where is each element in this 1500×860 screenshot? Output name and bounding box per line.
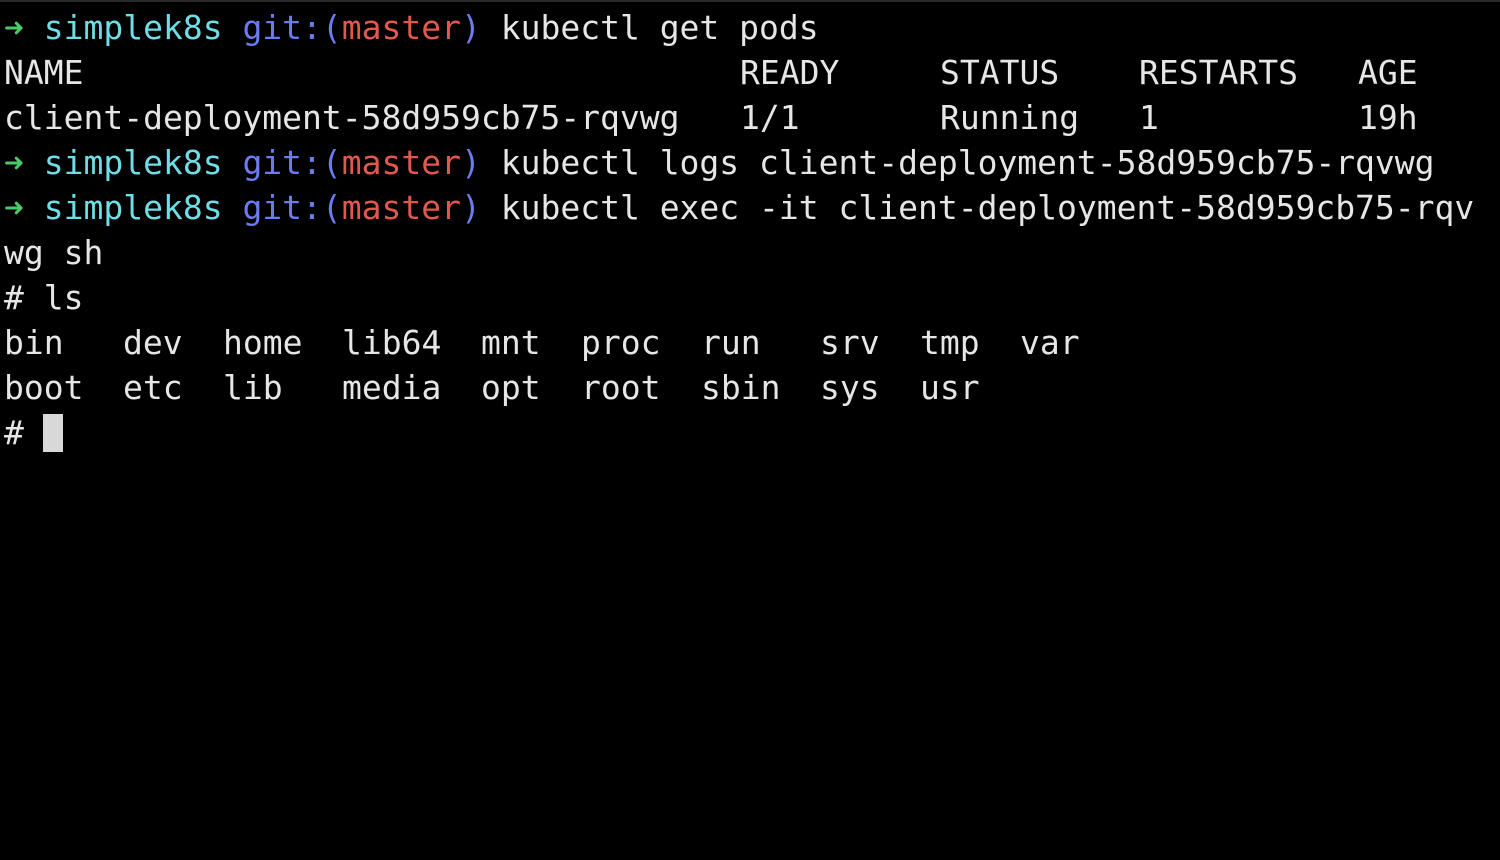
prompt-branch: master: [341, 188, 461, 227]
table-row: client-deployment-58d959cb75-rqvwg 1/1 R…: [4, 95, 1418, 140]
ls-entry: etc: [123, 368, 183, 407]
ls-output-row: boot etc lib media opt root sbin sys usr: [4, 365, 980, 410]
prompt-git-label: git:(: [242, 8, 342, 47]
ls-entry: lib: [223, 368, 283, 407]
prompt-arrow-icon: ➜: [4, 143, 24, 182]
prompt-git-close: ): [461, 188, 481, 227]
ls-entry: mnt: [481, 323, 541, 362]
prompt-line: ➜ simplek8s git:(master) kubectl get pod…: [4, 5, 819, 50]
ls-entry: root: [581, 368, 661, 407]
prompt-line: ➜ simplek8s git:(master) kubectl exec -i…: [4, 185, 1474, 230]
prompt-git-close: ): [461, 8, 481, 47]
ls-entry: srv: [820, 323, 880, 362]
terminal-window[interactable]: ➜ simplek8s git:(master) kubectl get pod…: [0, 0, 1500, 737]
ls-entry: proc: [581, 323, 661, 362]
command-continuation: wg sh: [4, 233, 104, 272]
ls-entry: var: [1020, 323, 1080, 362]
table-header-row: NAME READY STATUS RESTARTS AGE: [4, 50, 1418, 95]
prompt-branch: master: [341, 8, 461, 47]
pod-age: 19h: [1358, 98, 1418, 137]
shell-prompt-line[interactable]: #: [4, 410, 124, 455]
column-header-name: NAME: [4, 53, 84, 92]
prompt-directory: simplek8s: [43, 188, 223, 227]
ls-entry: usr: [920, 368, 980, 407]
shell-command-line: # ls: [4, 278, 84, 317]
prompt-git-close: ): [461, 143, 481, 182]
ls-entry: sys: [820, 368, 880, 407]
ls-entry: dev: [123, 323, 183, 362]
prompt-directory: simplek8s: [43, 8, 223, 47]
prompt-arrow-icon: ➜: [4, 8, 24, 47]
prompt-arrow-icon: ➜: [4, 188, 24, 227]
command-text: kubectl get pods: [500, 8, 819, 47]
text-cursor[interactable]: [43, 414, 63, 452]
ls-entry: tmp: [920, 323, 980, 362]
column-header-age: AGE: [1358, 53, 1418, 92]
prompt-line: ➜ simplek8s git:(master) kubectl logs cl…: [4, 140, 1435, 185]
ls-entry: run: [701, 323, 761, 362]
ls-output-row: bin dev home lib64 mnt proc run srv tmp …: [4, 320, 1080, 365]
prompt-directory: simplek8s: [43, 143, 223, 182]
command-text: kubectl logs client-deployment-58d959cb7…: [500, 143, 1435, 182]
shell-prompt-symbol: #: [4, 413, 24, 452]
column-header-restarts: RESTARTS: [1139, 53, 1298, 92]
ls-entry: boot: [4, 368, 84, 407]
ls-entry: bin: [4, 323, 64, 362]
ls-entry: sbin: [701, 368, 781, 407]
ls-entry: lib64: [342, 323, 442, 362]
pod-ready: 1/1: [740, 98, 800, 137]
pod-name: client-deployment-58d959cb75-rqvwg: [4, 98, 680, 137]
pod-restarts: 1: [1139, 98, 1159, 137]
ls-entry: opt: [481, 368, 541, 407]
command-text: kubectl exec -it client-deployment-58d95…: [500, 188, 1475, 227]
prompt-branch: master: [341, 143, 461, 182]
column-header-status: STATUS: [940, 53, 1060, 92]
prompt-git-label: git:(: [242, 143, 342, 182]
pod-status: Running: [940, 98, 1080, 137]
column-header-ready: READY: [740, 53, 840, 92]
prompt-git-label: git:(: [242, 188, 342, 227]
ls-entry: home: [223, 323, 303, 362]
ls-entry: media: [342, 368, 442, 407]
